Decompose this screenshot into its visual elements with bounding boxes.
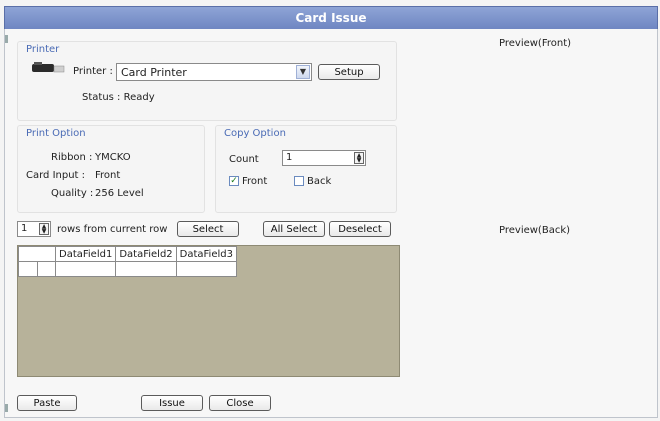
setup-button[interactable]: Setup — [318, 64, 380, 80]
back-checkbox[interactable] — [294, 176, 304, 186]
window-title-bar[interactable]: Card Issue — [4, 6, 658, 30]
data-grid-table: DataField1 DataField2 DataField3 — [18, 246, 237, 277]
grid-cell[interactable] — [115, 261, 177, 277]
window-title: Card Issue — [295, 11, 367, 25]
resize-grip — [5, 35, 8, 43]
quality-value: 256 Level — [95, 188, 144, 199]
table-row[interactable] — [18, 261, 237, 277]
count-stepper[interactable]: 1 ▲ ▼ — [282, 150, 366, 166]
rows-stepper[interactable]: 1 ▲ ▼ — [17, 221, 51, 237]
printer-label: Printer : — [73, 66, 113, 77]
grid-cell[interactable] — [175, 261, 237, 277]
grid-row-indicator[interactable] — [18, 261, 38, 277]
spin-arrows-icon[interactable]: ▲ ▼ — [39, 223, 49, 235]
grid-cell[interactable] — [36, 261, 56, 277]
rows-label: rows from current row — [57, 224, 168, 235]
print-option-title: Print Option — [26, 128, 86, 139]
grid-column-header[interactable]: DataField2 — [115, 246, 177, 262]
grid-corner-cell[interactable] — [18, 246, 56, 262]
all-select-button[interactable]: All Select — [263, 221, 325, 237]
grid-column-header[interactable]: DataField3 — [175, 246, 237, 262]
printer-group-title: Printer — [26, 44, 60, 55]
printer-icon — [32, 62, 65, 73]
copy-option-group: Copy Option Count 1 ▲ ▼ ✓ Front Back — [215, 125, 397, 213]
printer-select[interactable]: Card Printer ▼ — [116, 63, 312, 81]
preview-back-label: Preview(Back) — [499, 225, 571, 236]
quality-label: Quality : — [51, 188, 94, 199]
grid-column-header[interactable]: DataField1 — [54, 246, 117, 262]
printer-select-value: Card Printer — [121, 66, 187, 79]
card-issue-dialog: Printer Printer : Card Printer ▼ Setup S… — [4, 29, 658, 418]
card-input-label: Card Input : — [26, 170, 86, 181]
select-button[interactable]: Select — [177, 221, 239, 237]
front-checkbox-label: Front — [242, 176, 268, 187]
grid-cell[interactable] — [54, 261, 117, 277]
resize-grip — [5, 404, 8, 412]
count-label: Count — [229, 154, 259, 165]
printer-status: Status : Ready — [82, 92, 155, 103]
print-option-group: Print Option Ribbon : YMCKO Card Input :… — [17, 125, 205, 213]
card-input-value: Front — [95, 170, 121, 181]
ribbon-value: YMCKO — [95, 152, 131, 163]
printer-group: Printer Printer : Card Printer ▼ Setup S… — [17, 41, 397, 121]
ribbon-label: Ribbon : — [51, 152, 93, 163]
count-value: 1 — [286, 152, 293, 163]
deselect-button[interactable]: Deselect — [329, 221, 391, 237]
preview-front-label: Preview(Front) — [499, 38, 572, 49]
issue-button[interactable]: Issue — [141, 395, 203, 411]
grid-header-row: DataField1 DataField2 DataField3 — [18, 246, 237, 262]
spin-arrows-icon[interactable]: ▲ ▼ — [354, 152, 364, 164]
chevron-down-icon[interactable]: ▼ — [296, 65, 310, 79]
rows-stepper-value: 1 — [21, 223, 28, 234]
front-checkbox[interactable]: ✓ — [229, 176, 239, 186]
copy-option-title: Copy Option — [224, 128, 286, 139]
back-checkbox-label: Back — [307, 176, 332, 187]
close-button[interactable]: Close — [209, 395, 271, 411]
paste-button[interactable]: Paste — [17, 395, 77, 411]
data-grid[interactable]: DataField1 DataField2 DataField3 — [17, 245, 400, 377]
